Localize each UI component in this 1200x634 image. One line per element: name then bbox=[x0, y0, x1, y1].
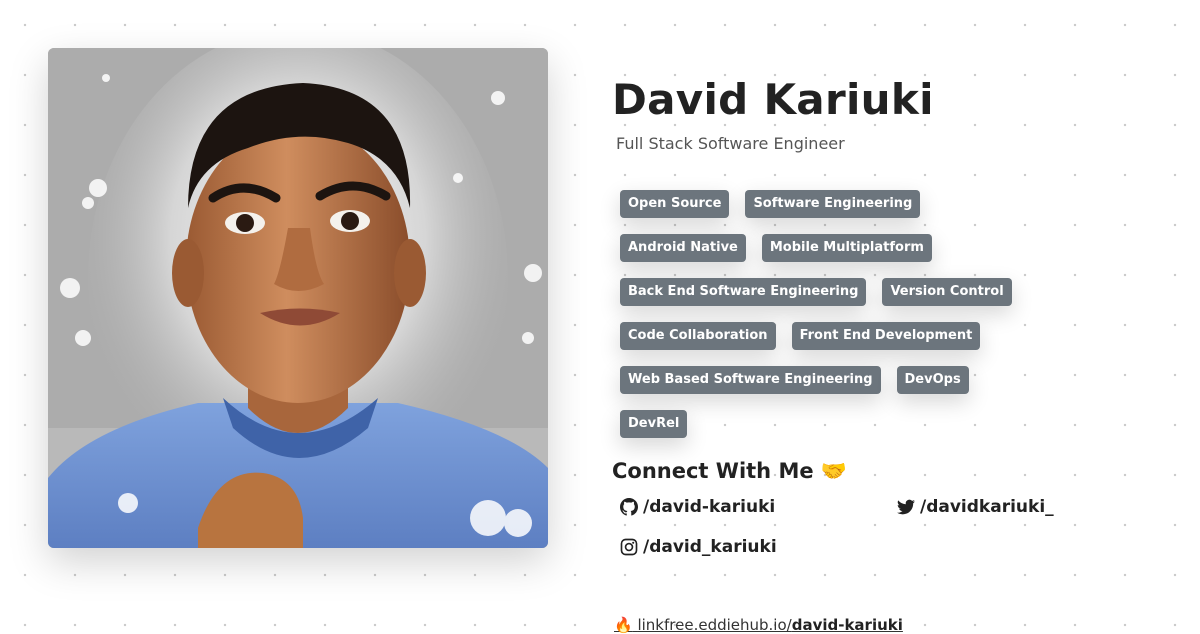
linkfree-link[interactable]: 🔥 linkfree.eddiehub.io/david-kariuki bbox=[614, 616, 903, 634]
github-handle: /david-kariuki bbox=[643, 497, 776, 517]
twitter-icon bbox=[897, 499, 915, 515]
tag-code-collaboration[interactable]: Code Collaboration bbox=[620, 322, 776, 350]
linkfree-handle: david-kariuki bbox=[791, 616, 903, 634]
tag-row: Code Collaboration Front End Development bbox=[620, 322, 1020, 350]
instagram-handle: /david_kariuki bbox=[643, 537, 777, 557]
tag-android-native[interactable]: Android Native bbox=[620, 234, 746, 262]
profile-role: Full Stack Software Engineer bbox=[616, 134, 845, 153]
tag-web-based[interactable]: Web Based Software Engineering bbox=[620, 366, 881, 394]
tag-row: Web Based Software Engineering DevOps bbox=[620, 366, 1020, 394]
github-icon bbox=[620, 498, 638, 516]
tag-row: Back End Software Engineering Version Co… bbox=[620, 278, 1020, 306]
tag-row: Open Source Software Engineering bbox=[620, 190, 1020, 218]
linkfree-prefix: linkfree.eddiehub.io/ bbox=[637, 616, 792, 634]
tag-back-end[interactable]: Back End Software Engineering bbox=[620, 278, 867, 306]
tag-row: Android Native Mobile Multiplatform bbox=[620, 234, 1020, 262]
tag-devops[interactable]: DevOps bbox=[896, 366, 969, 394]
tag-version-control[interactable]: Version Control bbox=[882, 278, 1012, 306]
twitter-handle: /davidkariuki_ bbox=[920, 497, 1054, 517]
twitter-link[interactable]: /davidkariuki_ bbox=[897, 496, 1157, 518]
profile-info: David Kariuki Full Stack Software Engine… bbox=[612, 76, 1172, 558]
portrait-illustration bbox=[48, 48, 548, 548]
fire-icon: 🔥 bbox=[614, 616, 633, 634]
tag-open-source[interactable]: Open Source bbox=[620, 190, 730, 218]
skill-tags: Open Source Software Engineering Android… bbox=[620, 190, 1020, 438]
tag-front-end[interactable]: Front End Development bbox=[791, 322, 981, 350]
connect-heading: Connect With Me 🤝 bbox=[612, 459, 848, 483]
github-link[interactable]: /david-kariuki bbox=[620, 496, 897, 518]
tag-software-engineering[interactable]: Software Engineering bbox=[745, 190, 921, 218]
profile-name: David Kariuki bbox=[612, 75, 934, 124]
profile-photo bbox=[48, 48, 548, 548]
tag-devrel[interactable]: DevRel bbox=[620, 410, 688, 438]
tag-mobile-multiplatform[interactable]: Mobile Multiplatform bbox=[761, 234, 932, 262]
social-links: /david-kariuki /davidkariuki_ /david_kar… bbox=[620, 496, 1172, 558]
instagram-icon bbox=[620, 538, 638, 556]
instagram-link[interactable]: /david_kariuki bbox=[620, 536, 897, 558]
tag-row: DevRel bbox=[620, 410, 1020, 438]
